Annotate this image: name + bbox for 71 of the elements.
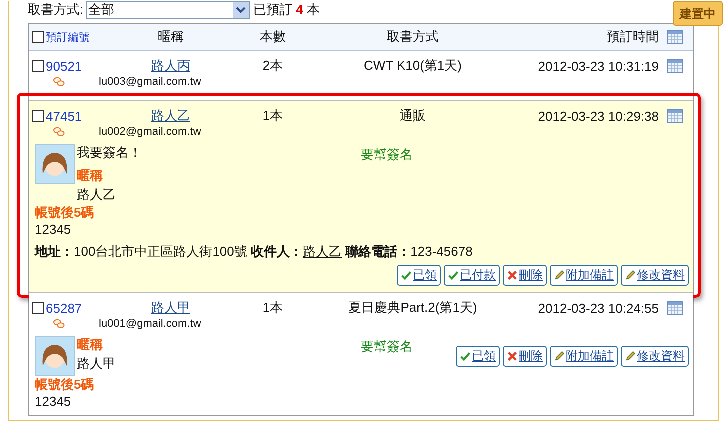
avatar-icon (35, 336, 75, 376)
nickname-link[interactable]: 路人丙 (152, 58, 190, 73)
check-icon (448, 270, 459, 281)
nickname-link[interactable]: 路人甲 (152, 300, 190, 315)
address-line: 地址：100台北市中正區路人街100號 收件人：路人乙 聯絡電話：123-45678 (35, 243, 473, 261)
action-button[interactable]: 刪除 (503, 346, 547, 366)
calendar-icon[interactable] (667, 59, 683, 73)
column-header: 預訂時間 (607, 29, 659, 44)
order-id-link[interactable]: 65287 (46, 300, 82, 316)
nickname-text: 路人乙 (77, 186, 117, 204)
delete-icon (507, 350, 518, 362)
select-all-checkbox[interactable] (32, 31, 44, 43)
order-id-link[interactable]: 90521 (46, 58, 82, 74)
account-text: 12345 (35, 394, 72, 409)
signature-request: 要幫簽名 (361, 146, 413, 164)
message-text: 我要簽名！ (77, 144, 142, 162)
row-checkbox[interactable] (32, 110, 44, 122)
speech-bubbles-icon (53, 77, 65, 87)
calendar-icon[interactable] (667, 109, 683, 123)
filter-label: 取書方式: (28, 1, 84, 19)
pickup-method-select[interactable]: 全部 (86, 1, 250, 19)
column-header: 本數 (260, 29, 286, 44)
nickname-text: 路人甲 (77, 355, 116, 373)
delete-icon (507, 270, 518, 281)
table-cell: 1本 (262, 108, 284, 123)
check-icon (460, 350, 471, 362)
recipient-link[interactable]: 路人乙 (303, 244, 342, 259)
column-header: 取書方式 (387, 29, 439, 44)
table-cell: 2012-03-23 10:29:38 (538, 108, 659, 124)
row-checkbox[interactable] (32, 302, 44, 314)
calendar-icon[interactable] (667, 30, 683, 44)
column-header: 暱稱 (158, 29, 184, 44)
action-button[interactable]: 修改資料 (621, 265, 689, 286)
table-cell: 2本 (262, 58, 284, 73)
action-button[interactable]: 刪除 (503, 265, 547, 286)
table-cell: 通販 (400, 108, 426, 123)
status-button[interactable]: 建置中 (673, 1, 723, 26)
pencil-icon (625, 270, 636, 281)
action-button[interactable]: 附加備註 (550, 346, 618, 366)
calendar-icon[interactable] (667, 301, 683, 315)
reservation-summary: 已預訂 4 本 (254, 1, 320, 19)
action-button[interactable]: 已領 (397, 265, 441, 286)
table-cell: CWT K10(第1天) (364, 58, 462, 73)
table-cell: 2012-03-23 10:24:55 (538, 300, 659, 316)
account-text: 12345 (35, 222, 72, 237)
column-header-link[interactable]: 預訂編號 (46, 30, 90, 44)
nickname-label: 暱稱 (77, 167, 104, 185)
email-text: lu003@gmail.com.tw (99, 76, 202, 88)
action-button[interactable]: 附加備註 (550, 265, 618, 286)
pencil-icon (625, 350, 636, 362)
email-text: lu002@gmail.com.tw (99, 126, 202, 138)
avatar-icon (35, 144, 75, 184)
nickname-label: 暱稱 (77, 336, 104, 354)
account-label: 帳號後5碼 (35, 376, 94, 394)
action-button[interactable]: 已付款 (444, 265, 500, 286)
check-icon (401, 270, 412, 281)
table-cell: 2012-03-23 10:31:19 (538, 58, 659, 74)
action-button[interactable]: 修改資料 (621, 346, 689, 366)
signature-request: 要幫簽名 (361, 338, 413, 356)
row-checkbox[interactable] (32, 60, 44, 72)
action-button[interactable]: 已領 (456, 346, 500, 366)
nickname-link[interactable]: 路人乙 (152, 108, 190, 123)
speech-bubbles-icon (53, 127, 65, 137)
speech-bubbles-icon (53, 319, 65, 329)
table-cell: 夏日慶典Part.2(第1天) (348, 300, 478, 315)
pencil-icon (554, 350, 565, 362)
pencil-icon (554, 270, 565, 281)
email-text: lu001@gmail.com.tw (99, 318, 202, 330)
account-label: 帳號後5碼 (35, 204, 94, 222)
order-id-link[interactable]: 47451 (46, 108, 82, 124)
table-cell: 1本 (262, 300, 284, 315)
